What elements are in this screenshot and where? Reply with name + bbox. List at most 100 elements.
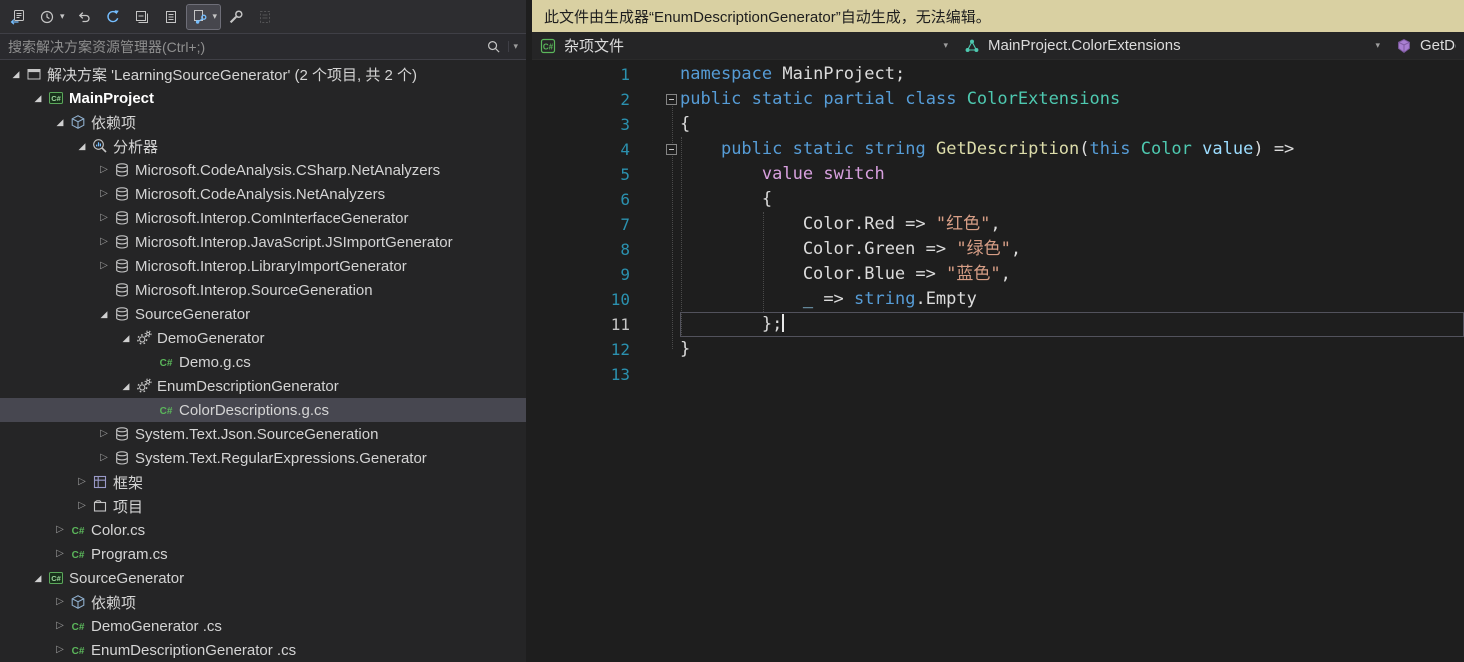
tree-item-row-4[interactable]: ◢分析器 [0,134,526,158]
tree-collapsed-arrow-icon[interactable]: ▷ [96,422,112,446]
collapse-all-button[interactable] [129,5,155,29]
line-number[interactable]: 8 [532,237,636,262]
tree-item-microsoft.interop.libraryimportgenerator[interactable]: ▷Microsoft.Interop.LibraryImportGenerato… [0,254,526,278]
tree-collapsed-arrow-icon[interactable]: ▷ [52,638,68,662]
line-number[interactable]: 1 [532,62,636,87]
solution-tree: ◢解决方案 'LearningSourceGenerator' (2 个项目, … [0,60,526,662]
dropdown-chevron-icon[interactable]: ▾ [60,11,65,22]
code-line-11[interactable]: 11 }; [532,312,1464,337]
tree-collapsed-arrow-icon[interactable]: ▷ [52,614,68,638]
tree-item-program.cs[interactable]: ▷C#Program.cs [0,542,526,566]
tree-expanded-arrow-icon[interactable]: ◢ [118,374,134,398]
tree-collapsed-arrow-icon[interactable]: ▷ [52,542,68,566]
code-line-13[interactable]: 13 [532,362,1464,387]
filter-pending-changes-button[interactable]: ▾ [34,5,68,29]
tree-collapsed-arrow-icon[interactable]: ▷ [96,230,112,254]
fold-collapse-button[interactable] [666,144,677,155]
tree-item-row-18[interactable]: ▷框架 [0,470,526,494]
code-line-9[interactable]: 9 Color.Blue => "蓝色", [532,262,1464,287]
breadcrumb-member-selector[interactable]: GetDes [1388,32,1464,59]
tree-item-sourcegenerator[interactable]: ◢SourceGenerator [0,302,526,326]
code-line-2[interactable]: 2public static partial class ColorExtens… [532,87,1464,112]
code-line-1[interactable]: 1namespace MainProject; [532,62,1464,87]
chevron-down-icon[interactable]: ▾ [1375,40,1380,51]
line-number[interactable]: 4 [532,137,636,162]
tree-collapsed-arrow-icon[interactable]: ▷ [74,470,90,494]
show-all-files-button[interactable] [252,5,278,29]
tree-item-sourcegenerator[interactable]: ◢C#SourceGenerator [0,566,526,590]
tree-item-microsoft.codeanalysis.netanalyzers[interactable]: ▷Microsoft.CodeAnalysis.NetAnalyzers [0,182,526,206]
line-number[interactable]: 7 [532,212,636,237]
tree-item-demogenerator-.cs[interactable]: ▷C#DemoGenerator .cs [0,614,526,638]
chevron-down-icon[interactable]: ▾ [943,40,948,51]
tree-item-color.cs[interactable]: ▷C#Color.cs [0,518,526,542]
navigate-back-button[interactable] [71,5,97,29]
tree-item-row-3[interactable]: ◢依赖项 [0,110,526,134]
switch-views-button[interactable] [5,5,31,29]
line-number[interactable]: 9 [532,262,636,287]
tree-item-microsoft.interop.cominterfacegenerator[interactable]: ▷Microsoft.Interop.ComInterfaceGenerator [0,206,526,230]
tree-item-row-23[interactable]: ▷依赖项 [0,590,526,614]
solution-explorer-search-box[interactable]: 搜索解决方案资源管理器(Ctrl+;) ▾ [0,33,526,60]
code-line-12[interactable]: 12} [532,337,1464,362]
tree-item-microsoft.codeanalysis.csharp.netanalyzers[interactable]: ▷Microsoft.CodeAnalysis.CSharp.NetAnalyz… [0,158,526,182]
code-line-4[interactable]: 4 public static string GetDescription(th… [532,137,1464,162]
tree-collapsed-arrow-icon[interactable]: ▷ [96,158,112,182]
line-number[interactable]: 2 [532,87,636,112]
line-number[interactable]: 6 [532,187,636,212]
line-number[interactable]: 3 [532,112,636,137]
code-line-10[interactable]: 10 _ => string.Empty [532,287,1464,312]
code-line-7[interactable]: 7 Color.Red => "红色", [532,212,1464,237]
tree-collapsed-arrow-icon[interactable]: ▷ [52,518,68,542]
properties-button[interactable] [223,5,249,29]
sync-with-active-document-button[interactable]: ▾ [187,5,221,29]
tree-item-demo.g.cs[interactable]: C#Demo.g.cs [0,350,526,374]
code-line-8[interactable]: 8 Color.Green => "绿色", [532,237,1464,262]
properties-pages-button[interactable] [158,5,184,29]
tree-collapsed-arrow-icon[interactable]: ▷ [96,446,112,470]
line-number[interactable]: 5 [532,162,636,187]
tree-item-enumdescriptiongenerator[interactable]: ◢EnumDescriptionGenerator [0,374,526,398]
tree-item-microsoft.interop.javascript.jsimportgenerator[interactable]: ▷Microsoft.Interop.JavaScript.JSImportGe… [0,230,526,254]
tree-collapsed-arrow-icon[interactable]: ▷ [52,590,68,614]
tree-item-microsoft.interop.sourcegeneration[interactable]: Microsoft.Interop.SourceGeneration [0,278,526,302]
tree-expanded-arrow-icon[interactable]: ◢ [30,86,46,110]
breadcrumb-type-selector[interactable]: MainProject.ColorExtensions▾ [956,32,1388,59]
tree-expanded-arrow-icon[interactable]: ◢ [52,110,68,134]
tree-expanded-arrow-icon[interactable]: ◢ [8,62,24,86]
search-icon[interactable] [486,39,501,54]
line-number[interactable]: 10 [532,287,636,312]
tree-item-system.text.json.sourcegeneration[interactable]: ▷System.Text.Json.SourceGeneration [0,422,526,446]
tree-item-colordescriptions.g.cs[interactable]: C#ColorDescriptions.g.cs [0,398,526,422]
code-line-3[interactable]: 3{ [532,112,1464,137]
tree-item-demogenerator[interactable]: ◢DemoGenerator [0,326,526,350]
line-number[interactable]: 12 [532,337,636,362]
tree-collapsed-arrow-icon[interactable]: ▷ [96,206,112,230]
tree-expanded-arrow-icon[interactable]: ◢ [118,326,134,350]
tree-item-enumdescriptiongenerator-.cs[interactable]: ▷C#EnumDescriptionGenerator .cs [0,638,526,662]
tree-collapsed-arrow-icon[interactable]: ▷ [96,254,112,278]
refresh-button[interactable] [100,5,126,29]
tree-expanded-arrow-icon[interactable]: ◢ [30,566,46,590]
line-number[interactable]: 11 [532,312,636,337]
dropdown-chevron-icon[interactable]: ▾ [213,11,218,22]
analyzers-icon [90,138,110,154]
tree-item-system.text.regularexpressions.generator[interactable]: ▷System.Text.RegularExpressions.Generato… [0,446,526,470]
fold-collapse-button[interactable] [666,94,677,105]
tree-expanded-arrow-icon[interactable]: ◢ [74,134,90,158]
csfile-icon: C# [68,546,88,562]
code-line-6[interactable]: 6 { [532,187,1464,212]
line-number[interactable]: 13 [532,362,636,387]
breadcrumb-document-scope[interactable]: C#杂项文件▾ [532,32,956,59]
code-line-5[interactable]: 5 value switch [532,162,1464,187]
tree-item-mainproject[interactable]: ◢C#MainProject [0,86,526,110]
search-input[interactable]: 搜索解决方案资源管理器(Ctrl+;) [8,37,205,57]
code-editor[interactable]: 1namespace MainProject;2public static pa… [532,60,1464,662]
tree-item-row-19[interactable]: ▷项目 [0,494,526,518]
dependencies-icon [68,594,88,610]
tree-expanded-arrow-icon[interactable]: ◢ [96,302,112,326]
tree-collapsed-arrow-icon[interactable]: ▷ [96,182,112,206]
search-options-chevron-icon[interactable]: ▾ [508,41,518,52]
tree-collapsed-arrow-icon[interactable]: ▷ [74,494,90,518]
tree-item-learningsourcegenerator-2-2[interactable]: ◢解决方案 'LearningSourceGenerator' (2 个项目, … [0,62,526,86]
